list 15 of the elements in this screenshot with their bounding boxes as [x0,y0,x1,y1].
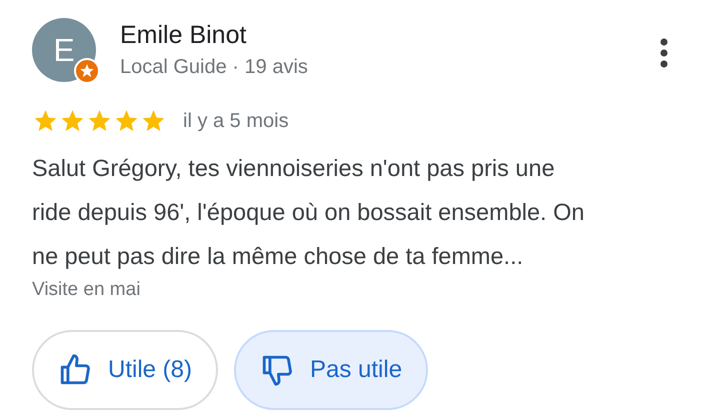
author-subtitle: Local Guide · 19 avis [120,55,308,80]
helpful-button[interactable]: Utile (8) [32,330,218,410]
thumbs-up-icon [58,353,92,387]
more-options-icon[interactable] [660,38,668,68]
thumbs-down-icon [260,353,294,387]
author-name[interactable]: Emile Binot [120,18,308,52]
review-time: il y a 5 mois [183,109,289,134]
visit-date: Visite en mai [32,278,142,302]
star-icon [113,108,140,134]
star-icon [32,108,59,134]
star-icon [59,108,86,134]
star-icon [86,108,113,134]
star-icon [140,108,167,134]
review-text: Salut Grégory, tes viennoiseries n'ont pas pris une ride depuis 96', l'époque où on bossait ensemble. On ne peut pas dire la même chose de ta femme... [32,154,586,271]
not-helpful-button[interactable]: Pas utile [234,330,428,410]
